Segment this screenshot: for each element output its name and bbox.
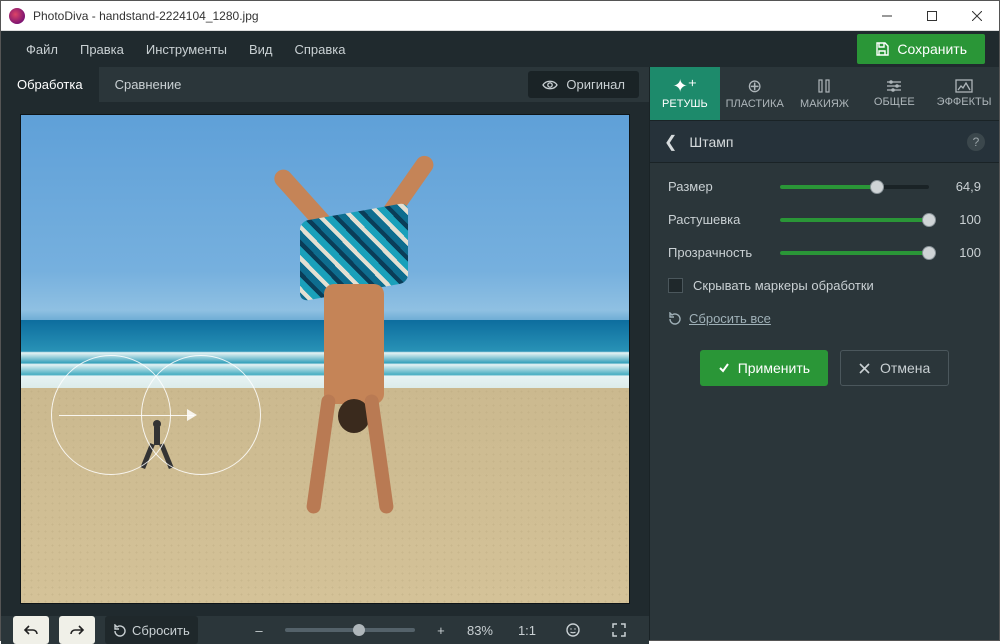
redo-icon <box>69 624 85 636</box>
back-button[interactable]: ❮ <box>664 132 677 152</box>
feather-slider[interactable] <box>780 218 929 222</box>
reset-label: Сбросить <box>132 623 190 638</box>
save-icon <box>875 42 889 56</box>
undo-icon <box>23 624 39 636</box>
original-toggle[interactable]: Оригинал <box>528 71 639 98</box>
app-icon <box>9 8 25 24</box>
maximize-button[interactable] <box>909 1 954 30</box>
original-label: Оригинал <box>566 77 625 92</box>
face-detect-button[interactable] <box>555 616 591 644</box>
maximize-icon <box>927 11 937 21</box>
tab-general-label: ОБЩЕЕ <box>874 96 915 108</box>
titlebar: PhotoDiva - handstand-2224104_1280.jpg <box>1 1 999 31</box>
tab-makeup[interactable]: МАКИЯЖ <box>790 67 860 120</box>
reset-button[interactable]: Сбросить <box>105 616 198 644</box>
zoom-in-button[interactable]: + <box>431 616 451 644</box>
panel-title: Штамп <box>689 134 733 150</box>
crosshair-icon: ⊕ <box>747 77 762 95</box>
close-button[interactable] <box>954 1 999 30</box>
main-figure <box>252 144 472 584</box>
undo-button[interactable] <box>13 616 49 644</box>
zoom-actual-button[interactable]: 1:1 <box>509 616 545 644</box>
opacity-value: 100 <box>941 245 981 260</box>
tab-liquify[interactable]: ⊕ ПЛАСТИКА <box>720 67 790 120</box>
zoom-slider[interactable] <box>285 628 415 632</box>
tab-compare[interactable]: Сравнение <box>99 67 198 102</box>
minimize-button[interactable] <box>864 1 909 30</box>
menu-tools[interactable]: Инструменты <box>135 36 238 63</box>
apply-label: Применить <box>738 360 810 376</box>
image-canvas[interactable] <box>20 114 630 604</box>
tab-effects-label: ЭФФЕКТЫ <box>937 96 992 108</box>
menubar: Файл Правка Инструменты Вид Справка Сохр… <box>1 31 999 67</box>
reset-all-icon <box>668 312 681 325</box>
feather-label: Растушевка <box>668 212 768 227</box>
fit-screen-button[interactable] <box>601 616 637 644</box>
slider-feather: Растушевка 100 <box>668 212 981 227</box>
size-label: Размер <box>668 179 768 194</box>
feather-value: 100 <box>941 212 981 227</box>
menu-help[interactable]: Справка <box>283 36 356 63</box>
window-title: PhotoDiva - handstand-2224104_1280.jpg <box>33 9 864 23</box>
tab-effects[interactable]: ЭФФЕКТЫ <box>929 67 999 120</box>
cancel-button[interactable]: Отмена <box>840 350 949 386</box>
face-icon <box>565 622 581 638</box>
tab-processing[interactable]: Обработка <box>1 67 99 102</box>
view-tabbar: Обработка Сравнение Оригинал <box>1 67 649 102</box>
eye-icon <box>542 79 558 91</box>
size-slider[interactable] <box>780 185 929 189</box>
bystander <box>141 420 171 475</box>
check-icon <box>718 362 730 374</box>
reset-icon <box>113 624 126 637</box>
filename: handstand-2224104_1280.jpg <box>99 9 258 23</box>
sparkle-icon: ✦⁺ <box>673 77 698 95</box>
tab-retouch-label: РЕТУШЬ <box>662 98 708 110</box>
size-value: 64,9 <box>941 179 981 194</box>
reset-all-link[interactable]: Сбросить все <box>668 311 981 326</box>
sliders-icon <box>885 79 903 93</box>
makeup-icon <box>815 77 833 95</box>
save-label: Сохранить <box>897 41 967 57</box>
menu-edit[interactable]: Правка <box>69 36 135 63</box>
menu-view[interactable]: Вид <box>238 36 284 63</box>
reset-all-label: Сбросить все <box>689 311 771 326</box>
hide-markers-label: Скрывать маркеры обработки <box>693 278 874 293</box>
hide-markers-checkbox[interactable] <box>668 278 683 293</box>
opacity-label: Прозрачность <box>668 245 768 260</box>
tab-general[interactable]: ОБЩЕЕ <box>859 67 929 120</box>
slider-opacity: Прозрачность 100 <box>668 245 981 260</box>
slider-size: Размер 64,9 <box>668 179 981 194</box>
expand-icon <box>612 623 626 637</box>
tab-liquify-label: ПЛАСТИКА <box>726 98 784 110</box>
bottom-toolbar: Сбросить – + 83% 1:1 <box>1 616 649 644</box>
redo-button[interactable] <box>59 616 95 644</box>
minimize-icon <box>882 11 892 21</box>
hide-markers-row[interactable]: Скрывать маркеры обработки <box>668 278 981 293</box>
save-button[interactable]: Сохранить <box>857 34 985 64</box>
menu-file[interactable]: Файл <box>15 36 69 63</box>
zoom-value: 83% <box>467 623 493 638</box>
x-icon <box>859 363 870 374</box>
cancel-label: Отмена <box>880 360 930 376</box>
tab-retouch[interactable]: ✦⁺ РЕТУШЬ <box>650 67 720 120</box>
close-icon <box>972 11 982 21</box>
one-to-one-label: 1:1 <box>518 623 536 638</box>
tool-category-tabs: ✦⁺ РЕТУШЬ ⊕ ПЛАСТИКА МАКИЯЖ <box>650 67 999 121</box>
help-button[interactable]: ? <box>967 133 985 151</box>
zoom-out-button[interactable]: – <box>249 616 269 644</box>
panel-header: ❮ Штамп ? <box>650 121 999 163</box>
apply-button[interactable]: Применить <box>700 350 828 386</box>
tab-makeup-label: МАКИЯЖ <box>800 98 849 110</box>
opacity-slider[interactable] <box>780 251 929 255</box>
right-panel: ✦⁺ РЕТУШЬ ⊕ ПЛАСТИКА МАКИЯЖ <box>649 67 999 640</box>
app-name: PhotoDiva <box>33 9 88 23</box>
effects-icon <box>955 79 973 93</box>
